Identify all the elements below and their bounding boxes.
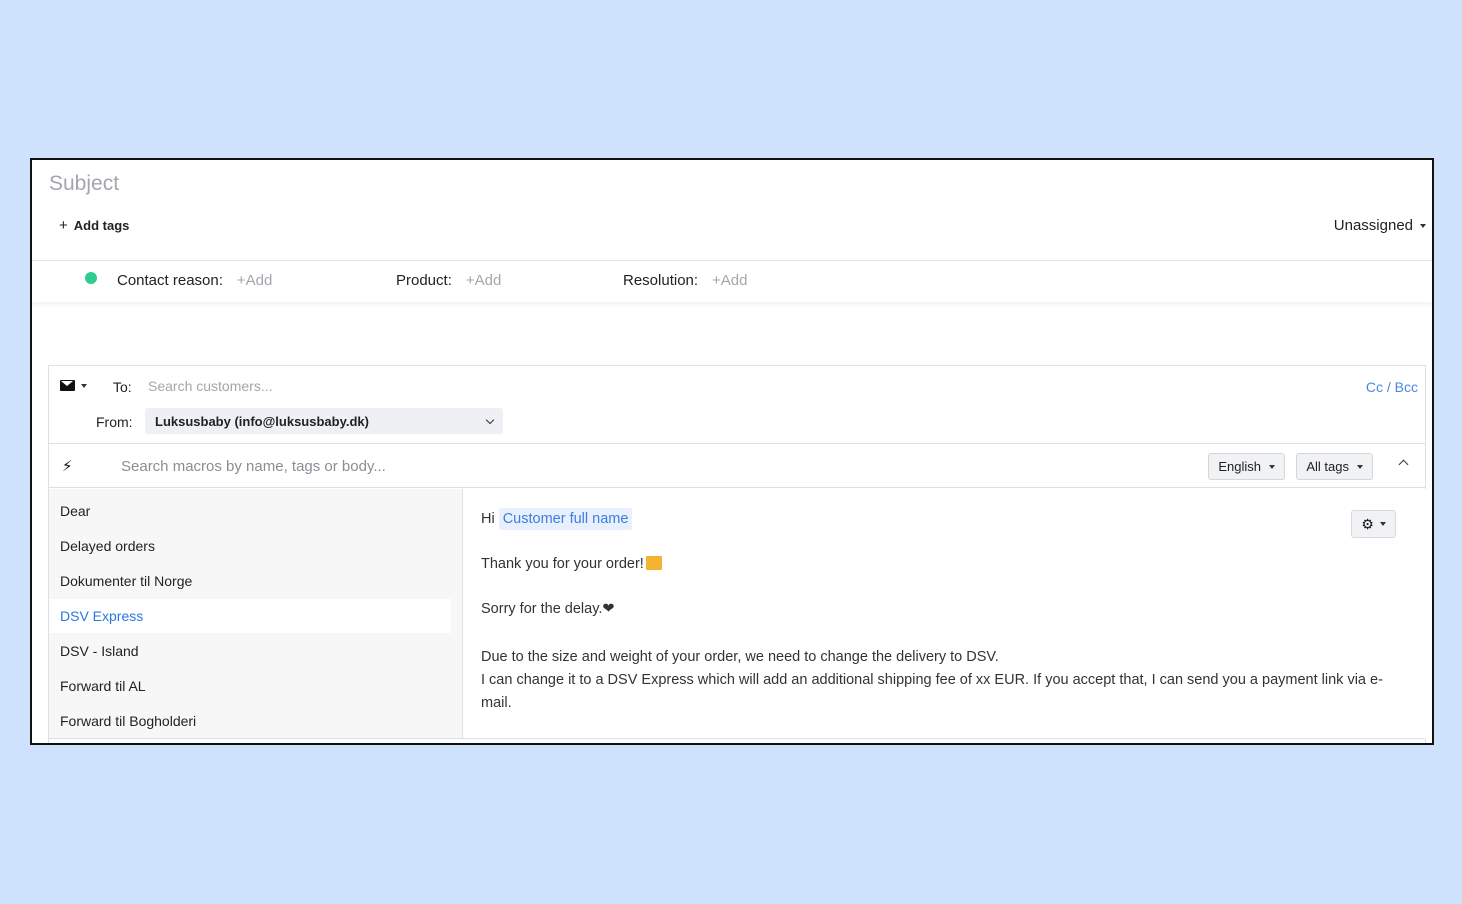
field-label: Product: [396, 272, 452, 289]
caret-down-icon [81, 383, 87, 388]
macro-search-bar: ⚡︎ English All tags [49, 445, 1425, 488]
caret-down-icon [1379, 522, 1386, 526]
from-label: From: [96, 414, 133, 430]
macro-item-label: Forward til AL [60, 678, 146, 694]
macro-item[interactable]: Dokumenter til Norge [49, 564, 451, 598]
body-text: Due to the size and weight of your order… [481, 649, 999, 665]
field-add-link[interactable]: +Add [237, 272, 272, 289]
chevron-down-icon [485, 415, 495, 424]
field-add-link[interactable]: +Add [712, 272, 747, 289]
add-tags-button[interactable]: + Add tags [59, 217, 129, 234]
assignee-label: Unassigned [1333, 217, 1413, 234]
field-contact-reason: Contact reason: +Add [117, 272, 272, 289]
macro-item[interactable]: Dear [49, 494, 451, 528]
macro-list: Dear Delayed orders Dokumenter til Norge… [49, 489, 463, 739]
macro-item[interactable]: Forward til AL [49, 669, 451, 703]
chevron-up-icon[interactable] [1398, 459, 1409, 470]
lightning-icon: ⚡︎ [62, 458, 73, 475]
macro-preview: Hi Customer full name ⚙︎ Thank you for y… [464, 489, 1426, 739]
body-paragraph: Due to the size and weight of your order… [481, 646, 1411, 715]
status-dot-icon [85, 272, 97, 284]
greeting-line: Hi Customer full name [481, 508, 633, 530]
macro-item-label: Dear [60, 503, 91, 519]
field-label: Contact reason: [117, 272, 223, 289]
divider [49, 738, 1425, 739]
envelope-icon [60, 380, 75, 391]
tags-filter-dropdown[interactable]: All tags [1296, 453, 1373, 480]
recipients-section: To: Cc / Bcc From: Luksusbaby (info@luks… [49, 366, 1425, 444]
field-label: Resolution: [623, 272, 699, 289]
macro-search-input[interactable] [119, 457, 819, 476]
macro-item-label: Dokumenter til Norge [60, 573, 193, 589]
caret-down-icon [1357, 464, 1363, 469]
macro-item-selected[interactable]: DSV Express [49, 599, 451, 633]
gear-icon: ⚙︎ [1361, 516, 1374, 532]
macro-item-label: DSV Express [60, 608, 144, 624]
field-resolution: Resolution: +Add [623, 272, 748, 289]
from-value: Luksusbaby (info@luksusbaby.dk) [155, 413, 369, 429]
body-text: Thank you for your order! [481, 556, 644, 572]
to-search-input[interactable] [146, 377, 746, 395]
macro-settings-button[interactable]: ⚙︎ [1351, 510, 1396, 538]
body-line: Sorry for the delay.❤ [481, 601, 615, 617]
caret-down-icon [1420, 223, 1426, 228]
assignee-dropdown[interactable]: Unassigned [1334, 217, 1426, 234]
macro-item-label: DSV - Island [60, 643, 139, 659]
crown-emoji-icon [645, 556, 662, 570]
to-label: To: [113, 379, 132, 395]
ticket-fields-bar: Contact reason: +Add Product: +Add Resol… [32, 260, 1432, 302]
macro-item-label: Forward til Bogholderi [60, 713, 197, 729]
customer-name-variable: Customer full name [498, 508, 633, 530]
macro-item[interactable]: Forward til Bogholderi [49, 704, 451, 738]
ticket-panel: Subject + Add tags Unassigned Contact re… [30, 158, 1434, 745]
language-label: English [1218, 459, 1261, 474]
caret-down-icon [1269, 464, 1275, 469]
channel-selector[interactable] [60, 380, 87, 391]
macro-item[interactable]: Delayed orders [49, 529, 451, 563]
macro-item[interactable]: DSV - Island [49, 634, 451, 668]
plus-icon: + [59, 217, 68, 234]
from-select[interactable]: Luksusbaby (info@luksusbaby.dk) [145, 408, 503, 434]
body-line: Thank you for your order! [481, 556, 662, 572]
field-add-link[interactable]: +Add [466, 272, 501, 289]
language-dropdown[interactable]: English [1208, 453, 1285, 480]
cc-bcc-link[interactable]: Cc / Bcc [1366, 379, 1418, 395]
field-product: Product: +Add [396, 272, 501, 289]
body-text: I can change it to a DSV Express which w… [481, 672, 1383, 711]
add-tags-label: Add tags [73, 218, 130, 233]
subject-field[interactable]: Subject [49, 172, 119, 196]
greeting-text: Hi [481, 511, 495, 527]
reply-composer: To: Cc / Bcc From: Luksusbaby (info@luks… [48, 365, 1426, 743]
tags-filter-label: All tags [1306, 459, 1349, 474]
macro-item-label: Delayed orders [60, 538, 155, 554]
